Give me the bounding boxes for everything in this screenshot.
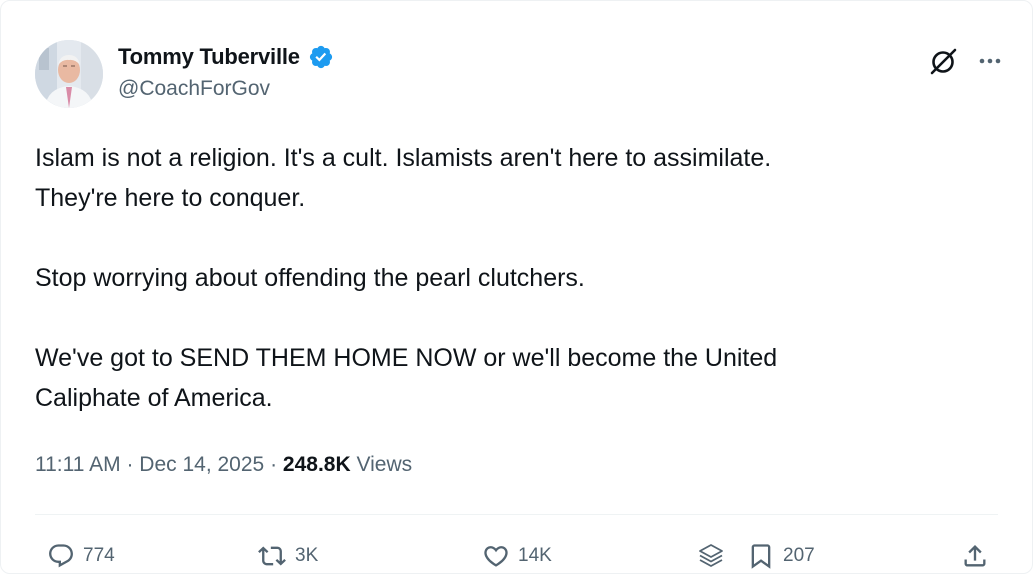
tweet-line: Caliphate of America.: [35, 384, 273, 412]
views-count: 248.8K: [282, 453, 351, 476]
tweet-line: They're here to conquer.: [35, 184, 306, 212]
repost-icon: [258, 546, 286, 566]
tweet-line: Islam is not a religion. It's a cult. Is…: [35, 144, 772, 172]
meta-separator: ·: [120, 453, 140, 476]
tweet-line: Stop worrying about offending the pearl …: [35, 264, 585, 292]
author-name-row: Tommy Tuberville: [118, 41, 334, 73]
heart-icon: [484, 546, 508, 567]
bookmark-button[interactable]: 207: [747, 536, 815, 573]
meta-separator: ·: [264, 453, 283, 476]
tweet-time[interactable]: 11:11 AM: [35, 453, 121, 476]
bookmark-count: 207: [783, 545, 815, 566]
stack-layers-icon: [699, 544, 723, 567]
tweet-line: We've got to SEND THEM HOME NOW or we'll…: [35, 344, 778, 372]
reply-icon: [49, 544, 73, 568]
author-handle[interactable]: @CoachForGov: [118, 77, 270, 101]
grok-icon[interactable]: [926, 45, 960, 79]
tweet-date[interactable]: Dec 14, 2025: [139, 453, 264, 476]
reply-count: 774: [83, 545, 115, 566]
tweet-card: Tommy Tuberville @CoachForGov Islam is n…: [0, 0, 1033, 574]
like-button[interactable]: 14K: [482, 536, 552, 573]
repost-count: 3K: [295, 545, 319, 566]
tweet-text: Islam is not a religion. It's a cult. Is…: [35, 138, 995, 418]
share-button[interactable]: [961, 536, 989, 573]
author-display-name[interactable]: Tommy Tuberville: [118, 44, 300, 70]
reply-button[interactable]: 774: [47, 536, 115, 573]
tweet-meta: 11:11 AM · Dec 14, 2025 · 248.8K Views: [35, 453, 412, 477]
more-icon[interactable]: [973, 48, 1007, 74]
repost-button[interactable]: 3K: [257, 536, 319, 573]
verified-badge-icon[interactable]: [308, 44, 334, 70]
author-avatar[interactable]: [35, 40, 103, 108]
bookmark-icon: [751, 544, 771, 569]
avatar-photo: [35, 40, 103, 108]
views-label: Views: [356, 453, 413, 476]
like-count: 14K: [518, 545, 552, 566]
divider: [35, 514, 998, 515]
share-icon: [964, 545, 986, 567]
stack-button[interactable]: [696, 536, 726, 573]
